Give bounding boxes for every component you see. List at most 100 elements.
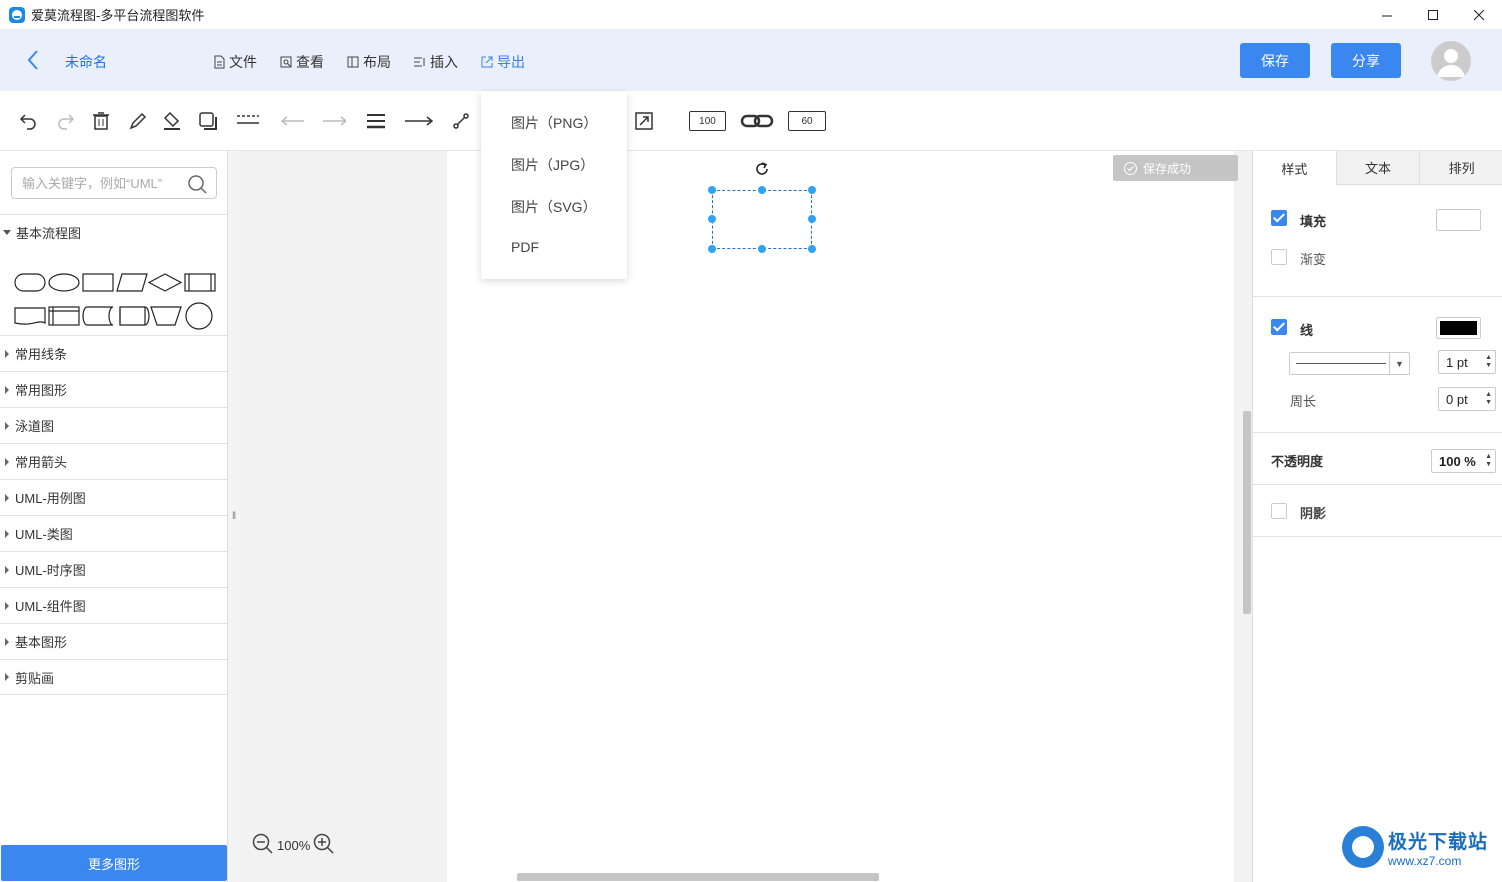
category-item[interactable]: 剪贴画 — [0, 659, 227, 695]
menu-insert[interactable]: 插入 — [413, 52, 458, 72]
undo-button[interactable] — [17, 109, 41, 133]
menu-layout[interactable]: 布局 — [346, 52, 391, 72]
minimize-button[interactable] — [1364, 0, 1410, 30]
menu-file-label: 文件 — [229, 54, 257, 70]
category-item[interactable]: UML-组件图 — [0, 587, 227, 623]
line-arrow-button[interactable] — [404, 109, 434, 133]
category-item[interactable]: 常用箭头 — [0, 443, 227, 479]
back-button[interactable] — [22, 48, 44, 72]
save-button[interactable]: 保存 — [1240, 43, 1310, 78]
opacity-stepper[interactable]: 100 % ▲ ▼ — [1431, 449, 1496, 473]
category-label: 常用图形 — [15, 383, 68, 398]
menu-view[interactable]: 查看 — [279, 52, 324, 72]
line-label: 线 — [1300, 323, 1314, 338]
category-item[interactable]: 基本图形 — [0, 623, 227, 659]
more-shapes-button[interactable]: 更多图形 — [1, 845, 227, 881]
gradient-label: 渐变 — [1300, 252, 1327, 267]
resize-handle[interactable] — [708, 215, 716, 223]
connector-button[interactable] — [449, 109, 473, 133]
fill-checkbox[interactable] — [1271, 210, 1287, 226]
arrow-start-button[interactable] — [280, 109, 304, 133]
category-label: UML-时序图 — [15, 563, 86, 578]
maximize-icon — [1427, 9, 1438, 20]
close-button[interactable] — [1456, 0, 1502, 30]
user-icon — [1437, 49, 1465, 77]
watermark-title: 极光下载站 — [1388, 831, 1489, 853]
category-basic-flowchart[interactable]: 基本流程图 — [0, 214, 227, 250]
stepper-arrows-icon[interactable]: ▲ ▼ — [1485, 391, 1492, 407]
category-item[interactable]: 常用图形 — [0, 371, 227, 407]
main-menu: 文件 查看 布局 插入 导出 — [212, 52, 547, 72]
redo-button[interactable] — [53, 109, 77, 133]
document-name[interactable]: 未命名 — [65, 52, 107, 72]
divider — [1253, 484, 1502, 485]
link-button[interactable] — [740, 109, 774, 133]
search-icon[interactable] — [187, 174, 207, 197]
diamond-shape — [147, 273, 183, 292]
file-icon — [214, 55, 225, 69]
tab-text[interactable]: 文本 — [1335, 151, 1420, 185]
fit-icon — [635, 112, 653, 130]
rotate-handle-icon[interactable] — [753, 160, 771, 181]
divider — [1253, 432, 1502, 433]
tab-style[interactable]: 样式 — [1253, 151, 1336, 185]
canvas-area[interactable] — [240, 151, 1252, 882]
window-controls — [1364, 0, 1502, 30]
resize-handle[interactable] — [758, 245, 766, 253]
menu-export[interactable]: 导出 — [480, 52, 525, 72]
resize-handle[interactable] — [758, 186, 766, 194]
export-png-item[interactable]: 图片（PNG） — [511, 113, 597, 133]
fill-color-button[interactable] — [160, 109, 184, 133]
perimeter-stepper[interactable]: 0 pt ▲ ▼ — [1438, 387, 1496, 411]
resize-handle[interactable] — [808, 186, 816, 194]
category-item[interactable]: UML-类图 — [0, 515, 227, 551]
zoom-in-button[interactable] — [313, 833, 335, 858]
height-input[interactable]: 60 — [788, 111, 826, 131]
arrow-end-button[interactable] — [322, 109, 346, 133]
export-pdf-item[interactable]: PDF — [511, 239, 539, 255]
line-checkbox[interactable] — [1271, 319, 1287, 335]
fill-color-swatch[interactable] — [1436, 209, 1481, 231]
category-item[interactable]: UML-时序图 — [0, 551, 227, 587]
horizontal-scrollbar[interactable] — [517, 873, 879, 881]
export-svg-item[interactable]: 图片（SVG） — [511, 197, 597, 217]
line-weight-button[interactable] — [364, 109, 388, 133]
width-input[interactable]: 100 — [689, 111, 726, 131]
category-label: UML-用例图 — [15, 491, 86, 506]
category-item[interactable]: 常用线条 — [0, 335, 227, 371]
toast-text: 保存成功 — [1143, 161, 1192, 176]
watermark-url: www.xz7.com — [1388, 853, 1462, 868]
gradient-checkbox[interactable] — [1271, 249, 1287, 265]
category-item[interactable]: UML-用例图 — [0, 479, 227, 515]
avatar[interactable] — [1431, 41, 1471, 81]
splitter-grip-icon[interactable]: ‖ — [232, 511, 236, 522]
fit-button[interactable] — [632, 109, 656, 133]
tab-arrange[interactable]: 排列 — [1419, 151, 1502, 185]
circle-shape — [185, 302, 213, 330]
line-color-swatch[interactable] — [1436, 317, 1481, 339]
stepper-arrows-icon[interactable]: ▲ ▼ — [1485, 354, 1492, 370]
share-button[interactable]: 分享 — [1331, 43, 1401, 78]
resize-handle[interactable] — [708, 245, 716, 253]
maximize-button[interactable] — [1410, 0, 1456, 30]
zoom-out-button[interactable] — [252, 833, 274, 858]
line-style-select[interactable]: ▼ — [1289, 352, 1410, 375]
resize-handle[interactable] — [708, 186, 716, 194]
shadow-checkbox[interactable] — [1271, 503, 1287, 519]
shadow-button[interactable] — [196, 109, 220, 133]
menu-file[interactable]: 文件 — [212, 52, 257, 72]
dash-style-button[interactable] — [236, 109, 260, 133]
vertical-scrollbar[interactable] — [1243, 411, 1251, 614]
line-width-stepper[interactable]: 1 pt ▲ ▼ — [1438, 350, 1496, 374]
delete-button[interactable] — [89, 109, 113, 133]
resize-handle[interactable] — [808, 215, 816, 223]
caret-right-icon — [5, 601, 9, 610]
export-jpg-item[interactable]: 图片（JPG） — [511, 155, 594, 175]
pen-button[interactable] — [126, 109, 150, 133]
selected-shape[interactable] — [712, 190, 812, 249]
resize-handle[interactable] — [808, 245, 816, 253]
search-input[interactable] — [22, 175, 192, 191]
perimeter-label: 周长 — [1290, 394, 1317, 409]
stepper-arrows-icon[interactable]: ▲ ▼ — [1485, 453, 1492, 469]
category-item[interactable]: 泳道图 — [0, 407, 227, 443]
